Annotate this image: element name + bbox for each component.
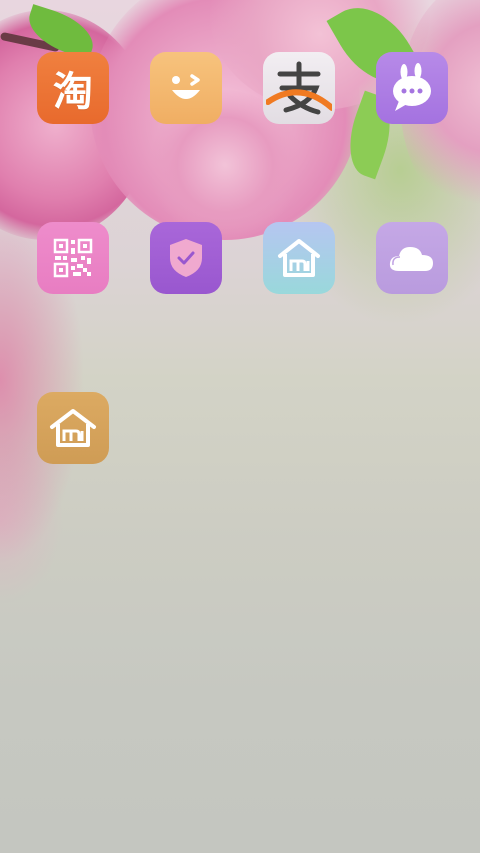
app-smiley[interactable]	[150, 52, 222, 124]
app-home[interactable]	[37, 392, 109, 464]
smiley-icon	[172, 74, 200, 99]
qr-code-icon	[53, 238, 93, 278]
alipay-icon	[266, 61, 332, 115]
app-taobao[interactable]: 淘	[37, 52, 109, 124]
mi-home-icon	[278, 239, 320, 277]
app-security[interactable]	[150, 222, 222, 294]
app-alipay[interactable]	[263, 52, 335, 124]
home-icon	[50, 409, 96, 447]
app-cloud[interactable]	[376, 222, 448, 294]
security-shield-icon	[170, 239, 202, 277]
chat-bubble-bunny-icon	[393, 63, 431, 111]
cloud-icon	[389, 247, 433, 271]
app-chat[interactable]	[376, 52, 448, 124]
app-qr-scanner[interactable]	[37, 222, 109, 294]
app-mi-home[interactable]	[263, 222, 335, 294]
taobao-icon: 淘	[53, 69, 93, 115]
